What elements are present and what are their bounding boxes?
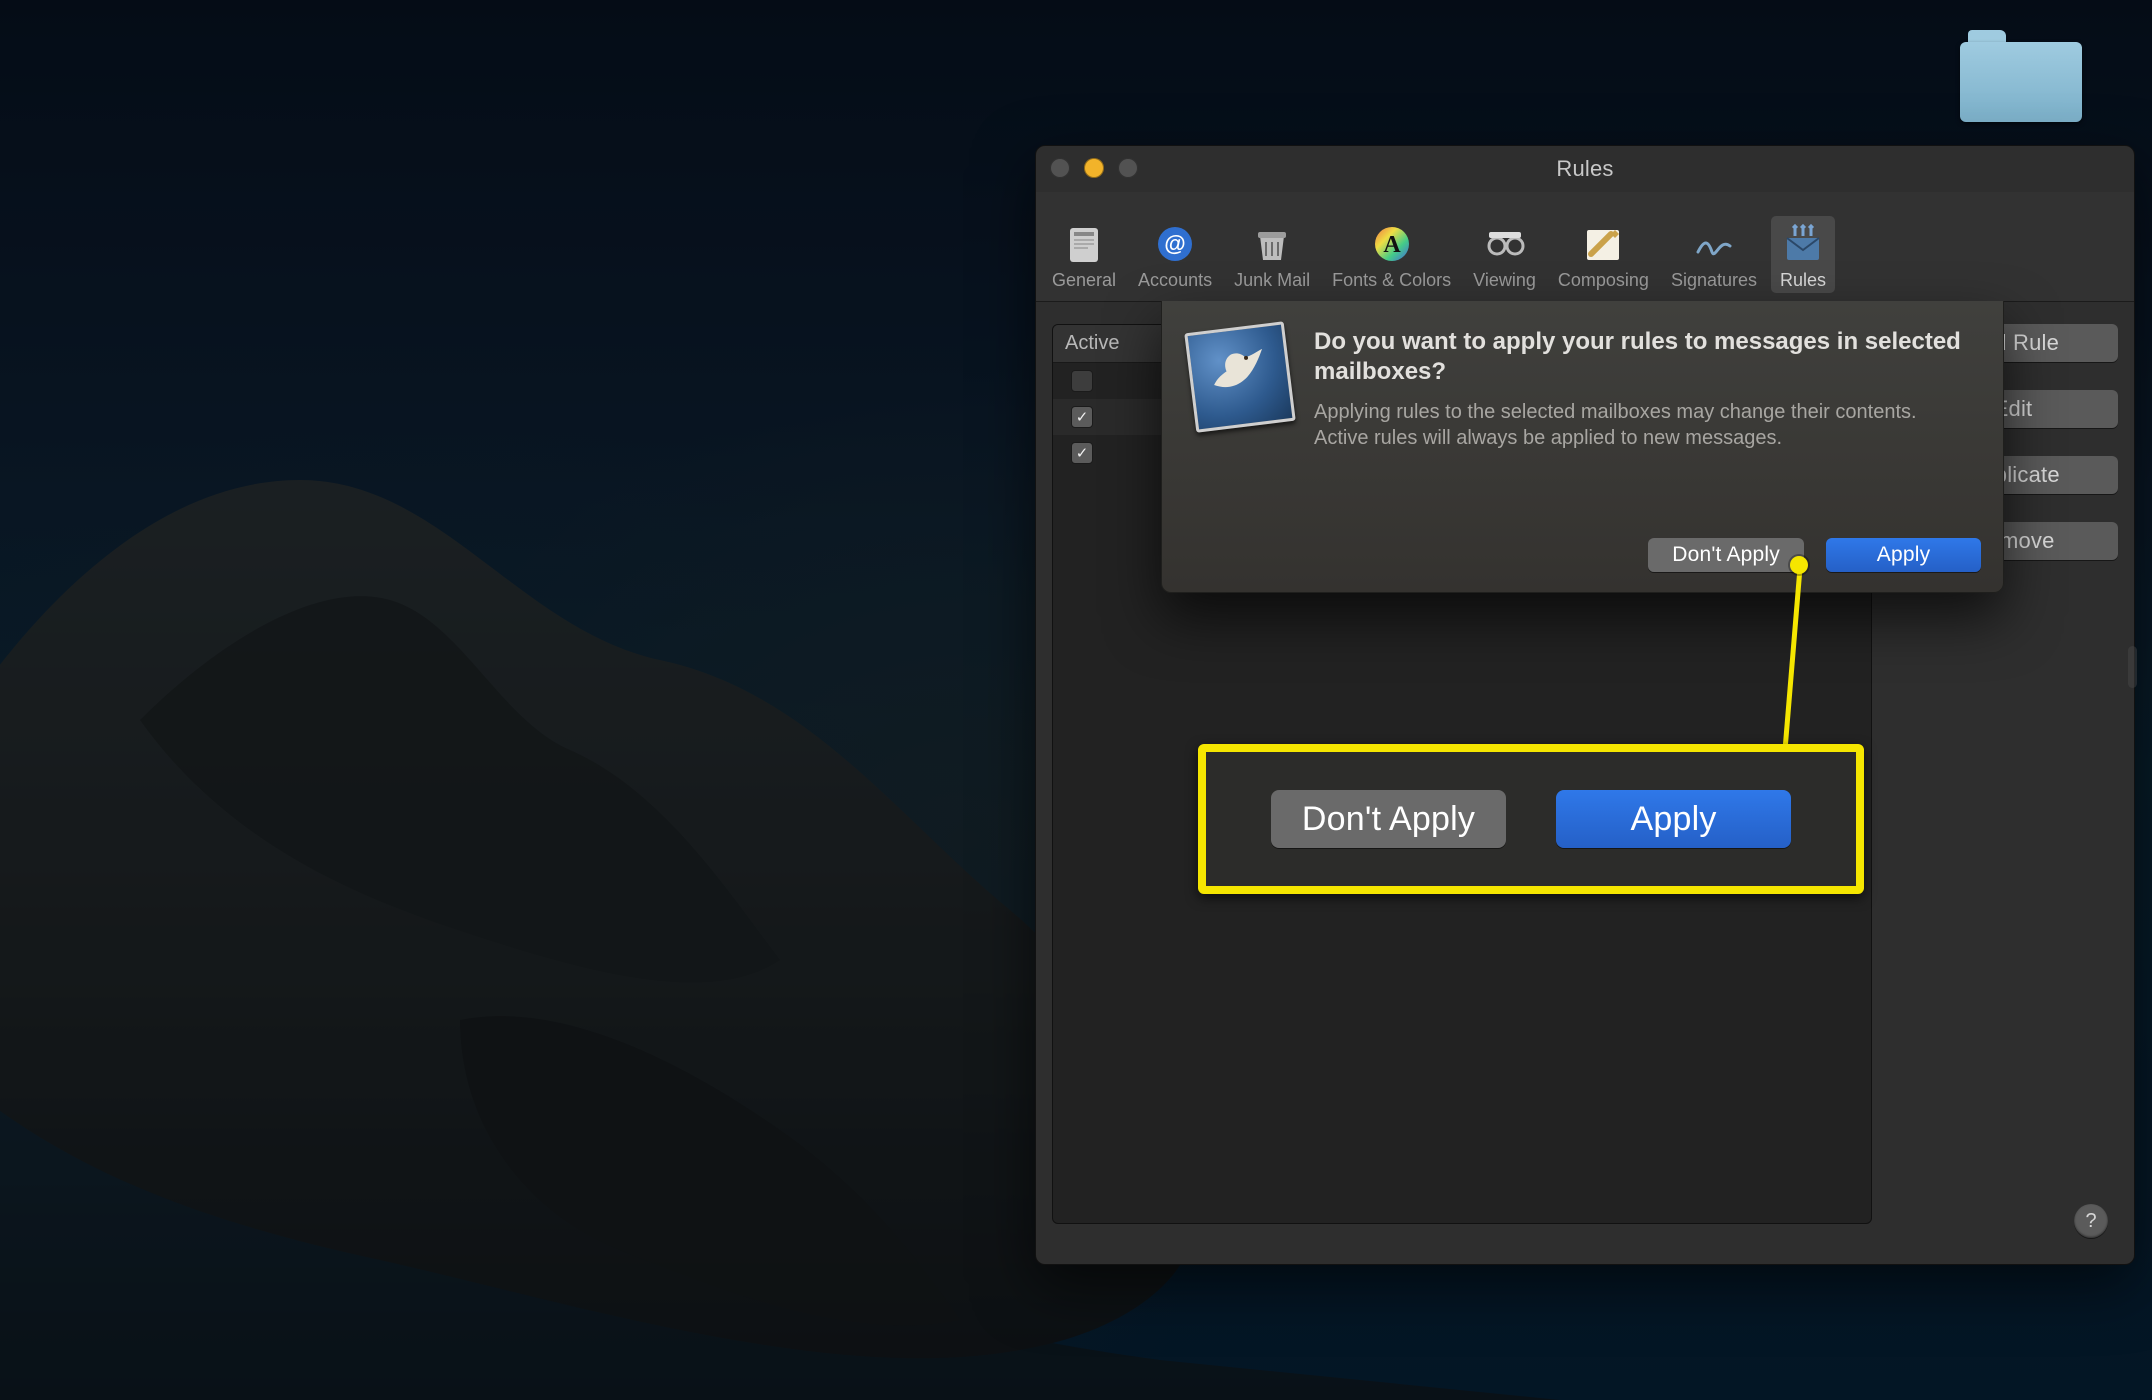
traffic-lights [1050, 158, 1138, 178]
tab-composing-label: Composing [1558, 270, 1649, 291]
window-resize-hint [2128, 646, 2137, 688]
fonts-colors-icon: A [1368, 222, 1416, 266]
tab-viewing[interactable]: Viewing [1465, 216, 1544, 293]
tab-rules[interactable]: Rules [1771, 216, 1835, 293]
tab-junk-mail[interactable]: Junk Mail [1226, 216, 1318, 293]
help-button[interactable]: ? [2074, 1204, 2108, 1238]
tab-general[interactable]: General [1044, 216, 1124, 293]
accounts-icon: @ [1151, 222, 1199, 266]
tab-junk-mail-label: Junk Mail [1234, 270, 1310, 291]
rules-table-header-active: Active [1065, 332, 1119, 355]
viewing-icon [1481, 222, 1529, 266]
dont-apply-button[interactable]: Don't Apply [1648, 538, 1804, 572]
apply-button[interactable]: Apply [1826, 538, 1981, 572]
window-titlebar[interactable]: Rules [1036, 146, 2134, 192]
mail-preferences-window: Rules General @ Accounts Junk Mail [1035, 145, 2135, 1265]
rule-active-checkbox[interactable] [1071, 406, 1093, 428]
apply-rules-sheet: Do you want to apply your rules to messa… [1161, 301, 2004, 593]
rule-active-checkbox[interactable] [1071, 442, 1093, 464]
svg-text:@: @ [1164, 231, 1185, 256]
desktop-folder-icon[interactable] [1960, 30, 2082, 122]
close-window-button[interactable] [1050, 158, 1070, 178]
tab-signatures-label: Signatures [1671, 270, 1757, 291]
zoom-window-button[interactable] [1118, 158, 1138, 178]
tab-fonts-colors-label: Fonts & Colors [1332, 270, 1451, 291]
tab-viewing-label: Viewing [1473, 270, 1536, 291]
tab-accounts-label: Accounts [1138, 270, 1212, 291]
sheet-title: Do you want to apply your rules to messa… [1314, 327, 1975, 387]
tab-rules-label: Rules [1780, 270, 1826, 291]
annotation-anchor-dot [1790, 556, 1808, 574]
composing-icon [1579, 222, 1627, 266]
annotation-apply-button: Apply [1556, 790, 1791, 848]
minimize-window-button[interactable] [1084, 158, 1104, 178]
tab-fonts-colors[interactable]: A Fonts & Colors [1324, 216, 1459, 293]
window-title: Rules [1036, 156, 2134, 182]
general-icon [1060, 222, 1108, 266]
tab-composing[interactable]: Composing [1550, 216, 1657, 293]
annotation-callout: Don't Apply Apply [1198, 744, 1864, 894]
preferences-toolbar: General @ Accounts Junk Mail [1036, 192, 2134, 302]
svg-text:A: A [1383, 232, 1401, 258]
junk-mail-icon [1248, 222, 1296, 266]
tab-signatures[interactable]: Signatures [1663, 216, 1765, 293]
signatures-icon [1690, 222, 1738, 266]
tab-accounts[interactable]: @ Accounts [1130, 216, 1220, 293]
mail-app-icon [1190, 327, 1290, 427]
rules-icon [1779, 222, 1827, 266]
rule-active-checkbox[interactable] [1071, 370, 1093, 392]
annotation-dont-apply-button: Don't Apply [1271, 790, 1506, 848]
sheet-body: Applying rules to the selected mailboxes… [1314, 399, 1975, 451]
tab-general-label: General [1052, 270, 1116, 291]
